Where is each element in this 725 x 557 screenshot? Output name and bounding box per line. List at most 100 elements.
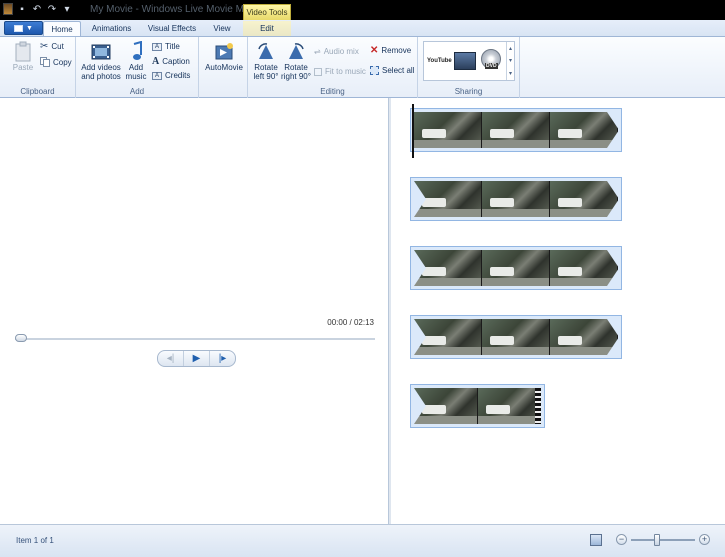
thumbnail-size-icon[interactable] [590,534,602,546]
ribbon-tab-strip: ▼ Home Animations Visual Effects View Ed… [0,20,725,36]
credits-label: Credits [165,71,191,80]
copy-button[interactable]: Copy [40,57,72,67]
undo-icon[interactable]: ↶ [31,3,43,15]
rotate-left-label-1: Rotate [254,63,278,72]
file-menu-button[interactable]: ▼ [4,21,43,35]
rotate-right-label-2: right 90° [281,72,311,81]
status-text: Item 1 of 1 [16,536,54,545]
continue-arrow [607,181,619,217]
automovie-icon [215,43,233,60]
tab-edit[interactable]: Edit [243,21,291,36]
youtube-button[interactable]: YouTube [427,55,452,67]
add-music-label-2: music [125,72,147,81]
chevron-up-icon[interactable]: ▴ [509,45,512,52]
continue-arrow [414,319,426,355]
tab-animations[interactable]: Animations [84,21,139,36]
fit-to-music-button[interactable]: Fit to music [314,67,366,76]
playhead[interactable] [412,104,414,158]
zoom-slider[interactable] [631,533,695,546]
add-music-label-1: Add [128,63,144,72]
rotate-right-button[interactable]: Rotate right 90° [280,41,312,81]
film-strip [414,319,619,355]
title-bar: ▪ ↶ ↷ ▾ My Movie - Windows Live Movie Ma… [0,0,725,20]
film-strip [414,181,619,217]
automovie-button[interactable]: AutoMovie [203,41,245,72]
seek-bar[interactable] [15,338,375,340]
add-videos-label-2: and photos [81,72,121,81]
monitor-icon[interactable] [454,52,476,70]
clip-row[interactable] [410,315,622,359]
clip-row[interactable] [410,177,622,221]
quick-access-toolbar: ▪ ↶ ↷ ▾ [3,3,73,15]
clip-row[interactable] [410,108,622,152]
add-music-button[interactable]: Add music [123,41,149,81]
cut-label: Cut [51,42,64,51]
play-button[interactable]: ▶ [184,351,210,366]
automovie-label: AutoMovie [205,63,243,72]
audio-mix-label: Audio mix [323,47,359,56]
tab-home[interactable]: Home [43,21,81,36]
film-photo-icon [91,44,111,60]
title-button[interactable]: A Title [152,42,180,51]
caption-button[interactable]: A Caption [152,56,190,67]
remove-label: Remove [381,46,412,55]
gallery-scroll[interactable]: ▴ ▾ ▾ [506,42,514,80]
rotate-right-label-1: Rotate [284,63,308,72]
select-all-label: Select all [382,66,415,75]
automovie-group: AutoMovie [199,37,248,98]
next-frame-button[interactable]: |▸ [210,351,235,366]
tab-view[interactable]: View [206,21,238,36]
sharing-group: YouTube DVD ▴ ▾ ▾ Sharing [418,37,520,98]
previous-frame-button[interactable]: ◂| [158,351,184,366]
audio-mix-button[interactable]: ⇌ Audio mix [314,47,359,56]
film-strip [414,388,541,424]
remove-button[interactable]: ✕ Remove [370,46,412,56]
chevron-down-icon: ▼ [26,24,33,32]
sharing-gallery: YouTube DVD ▴ ▾ ▾ [423,41,515,81]
clip-frame [477,388,541,424]
credits-button[interactable]: A Credits [152,71,190,80]
timecode: 00:00 / 02:13 [327,318,374,327]
clipboard-group-label: Clipboard [20,87,55,96]
copy-label: Copy [53,57,72,67]
cut-button[interactable]: ✂ Cut [40,42,64,52]
gallery-expand-icon[interactable]: ▾ [509,70,512,77]
film-strip [414,112,619,148]
select-all-button[interactable]: Select all [370,66,414,75]
clip-row[interactable] [410,384,545,428]
rotate-left-button[interactable]: Rotate left 90° [251,41,281,81]
clip-row[interactable] [410,246,622,290]
caption-icon: A [152,56,160,67]
redo-icon[interactable]: ↷ [46,3,58,15]
continue-arrow [607,319,619,355]
customize-qat-icon[interactable]: ▾ [61,3,73,15]
add-group: Add videos and photos Add music A Title … [76,37,199,98]
previous-frame-icon: ◂| [166,353,175,364]
paste-label: Paste [12,63,34,72]
continue-arrow [414,388,426,424]
chevron-down-icon[interactable]: ▾ [509,57,512,64]
add-videos-button[interactable]: Add videos and photos [79,41,123,81]
audio-mix-icon: ⇌ [314,47,321,56]
title-label: Title [165,42,180,51]
clip-frame [482,181,550,217]
zoom-in-icon[interactable]: + [699,534,710,545]
music-note-icon [133,41,142,60]
next-frame-icon: |▸ [218,353,227,364]
caption-label: Caption [162,57,190,66]
title-icon: A [152,42,162,51]
app-icon[interactable] [3,3,13,15]
zoom-out-icon[interactable]: − [616,534,627,545]
file-menu-icon [14,24,24,32]
copy-icon [40,57,50,67]
paste-button[interactable]: Paste [10,41,36,72]
dvd-button[interactable]: DVD [481,49,501,69]
zoom-thumb[interactable] [654,533,660,546]
save-icon[interactable]: ▪ [16,3,28,15]
tab-visual-effects[interactable]: Visual Effects [142,21,202,36]
seek-thumb[interactable] [15,334,27,342]
continue-arrow [414,181,426,217]
fit-to-music-label: Fit to music [325,67,366,76]
ribbon: Paste ✂ Cut Copy Clipboard Add videos an… [0,36,725,98]
youtube-label: YouTube [427,58,452,64]
